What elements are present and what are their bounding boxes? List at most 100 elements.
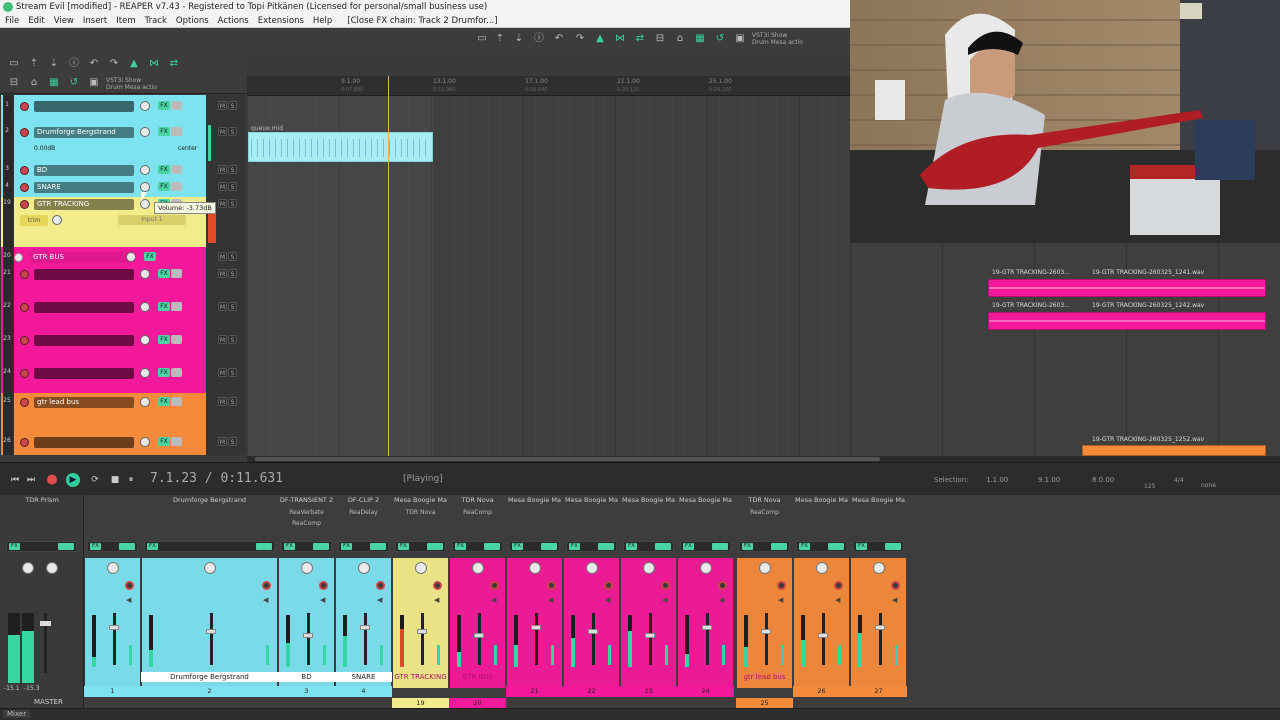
fx-bypass-button[interactable] [171,397,182,406]
selection-end[interactable]: 9.1.00 [1038,476,1060,484]
speaker-icon[interactable]: ◀ [835,596,840,604]
pan-knob[interactable] [357,562,370,574]
fx-button[interactable]: FX [856,543,867,550]
fx-bypass[interactable] [771,543,787,550]
speaker-icon[interactable]: ◀ [377,596,382,604]
strip-fx-bar[interactable]: FX [853,541,904,552]
volume-fader[interactable] [530,625,541,630]
strip-fx-name[interactable]: Drumforge Bergstrand [141,496,278,504]
track-name[interactable] [34,437,134,448]
volume-knob[interactable] [140,397,150,407]
pan-knob[interactable] [815,562,828,574]
save-project-icon[interactable]: ⇣ [48,58,60,70]
strip-fx-name[interactable]: DF-CLIP 2 [335,496,392,504]
strip-track-name[interactable]: Drumforge Bergstrand [141,672,278,682]
track-name[interactable]: Drumforge Bergstrand [34,127,134,138]
strip-track-number[interactable]: 4 [335,686,392,697]
fx-bypass[interactable] [58,543,74,550]
pan-knob[interactable] [300,562,313,574]
track-row[interactable]: 25 gtr lead bus FX M S [3,395,237,433]
fx-bypass[interactable] [712,543,728,550]
metronome-icon[interactable]: ▲ [594,33,606,45]
input-fx-toggle[interactable]: trim [20,215,48,226]
menu-extensions[interactable]: Extensions [258,14,304,27]
volume-fader[interactable] [359,625,370,630]
volume-knob[interactable] [140,269,150,279]
fx-button[interactable]: FX [569,543,580,550]
solo-button[interactable]: S [228,335,237,344]
snap-icon[interactable]: ⋈ [148,58,160,70]
volume-fader[interactable] [108,625,119,630]
fx-bypass-button[interactable] [171,182,182,191]
strip-fx-bar[interactable]: FX [623,541,674,552]
fx-bypass[interactable] [370,543,386,550]
volume-knob[interactable] [140,302,150,312]
stop-icon[interactable]: ■ [108,473,122,487]
fx-button[interactable]: FX [147,543,158,550]
fx-button[interactable]: FX [158,335,170,344]
pan-knob[interactable] [471,562,484,574]
record-arm-icon[interactable] [20,200,29,209]
vst-actions-label[interactable]: Drum Mesa actio [752,40,803,46]
collapse-icon[interactable] [14,253,23,262]
fx-button[interactable]: FX [341,543,352,550]
volume-knob[interactable] [126,252,136,262]
solo-button[interactable]: S [228,101,237,110]
lock-icon[interactable]: ⌂ [28,77,40,89]
mute-button[interactable]: M [218,199,227,208]
strip-fx-bar[interactable]: FX [144,541,275,552]
fx-bypass[interactable] [313,543,329,550]
fx-bypass[interactable] [484,543,500,550]
metronome-icon[interactable]: ▲ [128,58,140,70]
mute-button[interactable]: M [218,397,227,406]
fx-button[interactable]: FX [398,543,409,550]
strip-track-number[interactable]: 23 [620,686,677,697]
fx-bypass[interactable] [655,543,671,550]
tempo-display[interactable]: 125 [1144,483,1155,490]
track-name[interactable]: SNARE [34,182,134,193]
fx-button[interactable]: FX [90,543,101,550]
record-arm-icon[interactable] [20,438,29,447]
record-arm-icon[interactable] [20,369,29,378]
fx-button[interactable]: FX [158,182,170,191]
audio-item[interactable] [988,312,1266,330]
speaker-icon[interactable]: ◀ [548,596,553,604]
track-name[interactable]: GTR BUS [30,252,130,263]
redo-icon[interactable]: ↷ [108,58,120,70]
pan-knob[interactable] [528,562,541,574]
strip-fx-name[interactable]: Mesa Boogie Ma [392,496,449,504]
pan-knob[interactable] [203,562,216,574]
volume-knob[interactable] [52,215,62,225]
speaker-icon[interactable]: ◀ [320,596,325,604]
fx-button[interactable]: FX [742,543,753,550]
track-name[interactable]: gtr lead bus [34,397,134,408]
fx-bypass[interactable] [828,543,844,550]
undo-icon[interactable]: ↶ [553,33,565,45]
play-icon[interactable]: ▶ [66,473,80,487]
fx-button[interactable]: FX [158,101,170,110]
strip-fx-slot[interactable]: ReaComp [281,518,332,529]
volume-knob[interactable] [140,127,150,137]
volume-fader[interactable] [760,629,771,634]
strip-fx-name[interactable]: Mesa Boogie Ma [563,496,620,504]
fx-button[interactable]: FX [799,543,810,550]
fx-button[interactable]: FX [144,252,156,261]
strip-fx-bar[interactable]: FX [796,541,847,552]
volume-fader[interactable] [416,629,427,634]
strip-fx-bar[interactable]: FX [338,541,389,552]
fx-bypass-button[interactable] [171,101,182,110]
speaker-icon[interactable]: ◀ [605,596,610,604]
strip-fx-bar[interactable]: FX [395,541,446,552]
ripple-icon[interactable]: ⇄ [634,33,646,45]
track-row[interactable]: 4 SNARE FX M S [5,180,237,196]
mute-button[interactable]: M [218,165,227,174]
track-row[interactable]: 2 Drumforge Bergstrand FX M S 0.00dB cen… [5,125,237,159]
master-pan-knob[interactable] [46,562,58,574]
strip-track-name[interactable]: SNARE [335,672,392,682]
solo-button[interactable]: S [228,199,237,208]
volume-fader[interactable] [205,629,216,634]
volume-fader[interactable] [473,633,484,638]
record-arm-icon[interactable] [20,270,29,279]
fx-button[interactable]: FX [158,397,170,406]
strip-track-name[interactable]: BD [278,672,335,682]
